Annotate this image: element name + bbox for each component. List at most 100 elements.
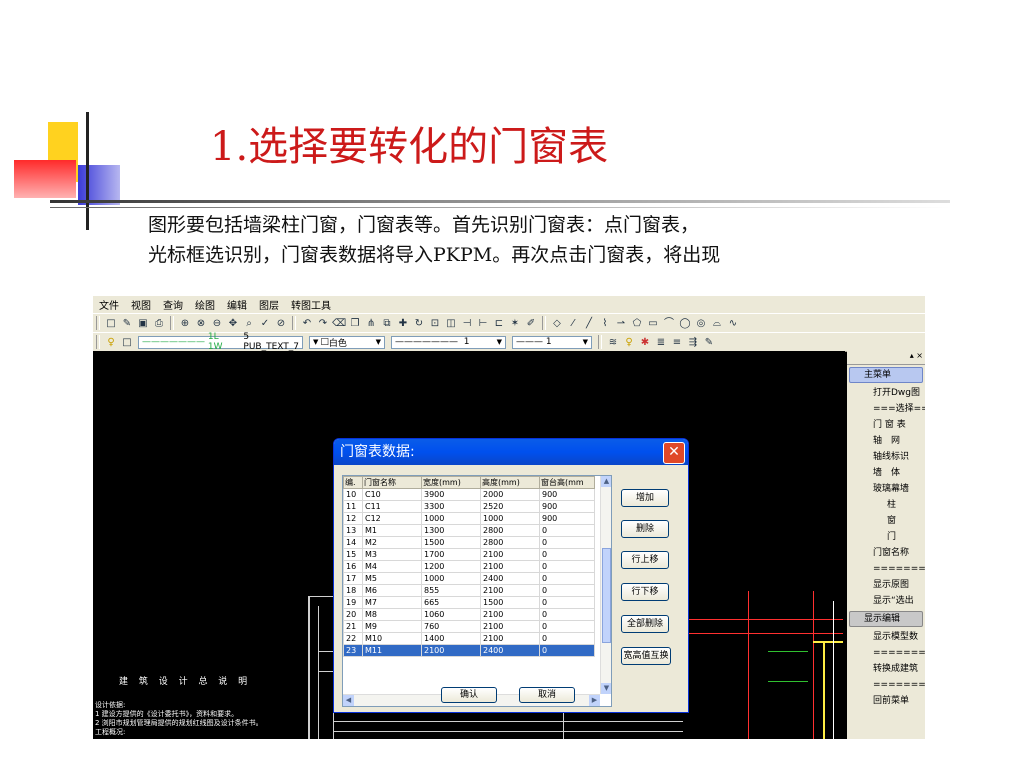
- table-cell[interactable]: M11: [362, 644, 422, 657]
- table-cell[interactable]: 1700: [421, 548, 481, 561]
- linetype-combo[interactable]: ——————— 1 ▼: [391, 335, 506, 349]
- table-row[interactable]: 15 M3 1700 2100 0: [343, 548, 595, 561]
- donut-icon[interactable]: ◎: [694, 317, 708, 330]
- table-cell[interactable]: 900: [539, 512, 595, 525]
- menu-view[interactable]: 视图: [125, 297, 157, 312]
- swap-width-height-button[interactable]: 宽高值互换: [621, 647, 671, 665]
- side-menu-show-edit[interactable]: 显示编辑: [849, 611, 923, 627]
- table-cell[interactable]: 0: [539, 584, 595, 597]
- side-menu-item-door-window-name[interactable]: 门窗名称: [847, 545, 925, 561]
- regen-icon[interactable]: ⊘: [274, 317, 288, 330]
- table-cell[interactable]: 1060: [421, 608, 481, 621]
- table-row[interactable]: 13 M1 1300 2800 0: [343, 524, 595, 537]
- side-menu-item-open-dwg[interactable]: 打开Dwg图: [847, 385, 925, 401]
- rectangle-icon[interactable]: ▭: [646, 317, 660, 330]
- table-cell[interactable]: 665: [421, 596, 481, 609]
- table-cell[interactable]: 0: [539, 596, 595, 609]
- table-cell[interactable]: 1000: [421, 572, 481, 585]
- delete-button[interactable]: 删除: [621, 520, 669, 538]
- table-cell[interactable]: M6: [362, 584, 422, 597]
- table-cell[interactable]: M10: [362, 632, 422, 645]
- pan-icon[interactable]: ✥: [226, 317, 240, 330]
- ok-button[interactable]: 确认: [441, 687, 497, 703]
- column-header[interactable]: 门窗名称: [362, 476, 422, 489]
- side-menu-item-window[interactable]: 窗: [847, 513, 925, 529]
- arrow-line-icon[interactable]: ⇀: [614, 317, 628, 330]
- table-cell[interactable]: 3300: [421, 500, 481, 513]
- scale-icon[interactable]: ⊡: [428, 317, 442, 330]
- table-cell[interactable]: 2000: [480, 488, 540, 501]
- zoom-window-icon[interactable]: ⊗: [194, 317, 208, 330]
- table-cell[interactable]: 21: [343, 620, 363, 633]
- mirror-icon[interactable]: ⋔: [364, 317, 378, 330]
- side-menu-item-column[interactable]: 柱: [847, 497, 925, 513]
- undo-icon[interactable]: ↶: [300, 317, 314, 330]
- stretch-icon[interactable]: ◫: [444, 317, 458, 330]
- table-row[interactable]: 18 M6 855 2100 0: [343, 584, 595, 597]
- table-row[interactable]: 10 C10 3900 2000 900: [343, 488, 595, 501]
- column-header[interactable]: 高度(mm): [480, 476, 540, 489]
- table-cell[interactable]: 1500: [480, 596, 540, 609]
- column-header[interactable]: 宽度(mm): [421, 476, 481, 489]
- redraw-icon[interactable]: ✓: [258, 317, 272, 330]
- table-cell[interactable]: 11: [343, 500, 363, 513]
- table-cell[interactable]: 17: [343, 572, 363, 585]
- table-row[interactable]: 16 M4 1200 2100 0: [343, 560, 595, 573]
- table-cell[interactable]: 2100: [480, 584, 540, 597]
- side-menu-main[interactable]: 主菜单: [849, 367, 923, 383]
- table-cell[interactable]: 3900: [421, 488, 481, 501]
- side-menu-item-axis-grid[interactable]: 轴 网: [847, 433, 925, 449]
- table-row[interactable]: 17 M5 1000 2400 0: [343, 572, 595, 585]
- ellipse-arc-icon[interactable]: ⌓: [710, 317, 724, 330]
- table-cell[interactable]: 16: [343, 560, 363, 573]
- side-menu-item-door[interactable]: 门: [847, 529, 925, 545]
- layer-on-icon[interactable]: ♀: [622, 336, 636, 349]
- zoom-previous-icon[interactable]: ⊖: [210, 317, 224, 330]
- polygon-icon[interactable]: ⬠: [630, 317, 644, 330]
- erase-icon[interactable]: ⌫: [332, 317, 346, 330]
- polyline-icon[interactable]: ⌇: [598, 317, 612, 330]
- color-combo[interactable]: ▼ □ 白色 ▼: [309, 335, 385, 349]
- column-header[interactable]: 窗台高(mm: [539, 476, 595, 489]
- table-cell[interactable]: 0: [539, 548, 595, 561]
- table-cell[interactable]: 22: [343, 632, 363, 645]
- menu-draw[interactable]: 绘图: [189, 297, 221, 312]
- delete-all-button[interactable]: 全部删除: [621, 615, 669, 633]
- layer-lock-icon[interactable]: ≣: [654, 336, 668, 349]
- table-cell[interactable]: 2800: [480, 536, 540, 549]
- table-cell[interactable]: 2400: [480, 572, 540, 585]
- layer-combo[interactable]: ——————— 1L 1W 5 PUB_TEXT_7: [138, 332, 303, 352]
- table-row[interactable]: 21 M9 760 2100 0: [343, 620, 595, 633]
- side-menu-item-axis-label[interactable]: 轴线标识: [847, 449, 925, 465]
- layer-tool-icon[interactable]: ≋: [606, 336, 620, 349]
- open-file-icon[interactable]: ✎: [120, 317, 134, 330]
- table-cell[interactable]: 0: [539, 620, 595, 633]
- close-icon[interactable]: ✕: [663, 442, 685, 464]
- redo-icon[interactable]: ↷: [316, 317, 330, 330]
- explode-icon[interactable]: ✶: [508, 317, 522, 330]
- table-cell[interactable]: 1500: [421, 536, 481, 549]
- offset-icon[interactable]: ⧉: [380, 317, 394, 330]
- table-cell[interactable]: 2100: [480, 620, 540, 633]
- scroll-up-icon[interactable]: ▲: [601, 476, 611, 487]
- table-cell[interactable]: 2100: [480, 608, 540, 621]
- circle-icon[interactable]: ◯: [678, 317, 692, 330]
- table-cell[interactable]: 2520: [480, 500, 540, 513]
- line-icon[interactable]: ╱: [582, 317, 596, 330]
- side-menu-item-convert-building[interactable]: 转换成建筑: [847, 661, 925, 677]
- table-cell[interactable]: 1000: [421, 512, 481, 525]
- table-cell[interactable]: 0: [539, 536, 595, 549]
- scroll-left-icon[interactable]: ◀: [343, 695, 354, 706]
- table-cell[interactable]: 2400: [480, 644, 540, 657]
- table-row[interactable]: 20 M8 1060 2100 0: [343, 608, 595, 621]
- construction-line-icon[interactable]: ⁄: [566, 317, 580, 330]
- layer-previous-icon[interactable]: ⇶: [686, 336, 700, 349]
- menu-edit[interactable]: 编辑: [221, 297, 253, 312]
- point-icon[interactable]: ◇: [550, 317, 564, 330]
- table-cell[interactable]: 10: [343, 488, 363, 501]
- table-cell[interactable]: 0: [539, 572, 595, 585]
- table-cell[interactable]: 23: [343, 644, 363, 657]
- table-cell[interactable]: 18: [343, 584, 363, 597]
- table-cell[interactable]: 2100: [480, 632, 540, 645]
- table-cell[interactable]: 0: [539, 560, 595, 573]
